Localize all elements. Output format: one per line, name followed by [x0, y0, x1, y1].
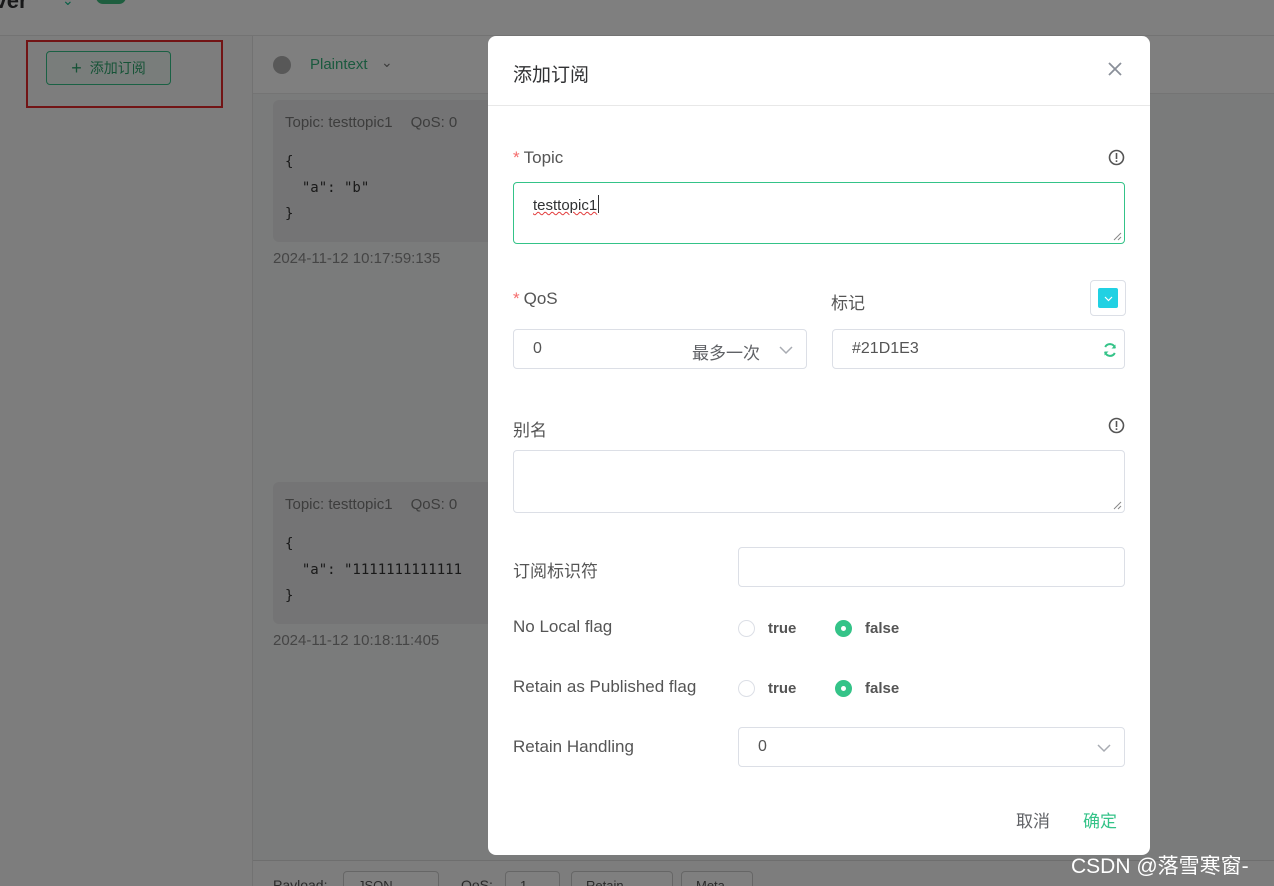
topic-label-text: Topic	[523, 148, 564, 167]
mark-label: 标记	[831, 294, 865, 313]
resize-handle-icon[interactable]	[1113, 501, 1122, 510]
rap-true-radio[interactable]: true	[738, 680, 796, 697]
no-local-true-radio[interactable]: true	[738, 620, 796, 637]
radio-button-checked[interactable]	[835, 620, 852, 637]
watermark: CSDN @落雪寒窗-	[1071, 855, 1249, 878]
retain-as-published-label: Retain as Published flag	[513, 677, 697, 696]
resize-handle-icon[interactable]	[1113, 232, 1122, 241]
no-local-label: No Local flag	[513, 617, 613, 636]
info-icon[interactable]	[1108, 417, 1125, 434]
confirm-button[interactable]: 确定	[1083, 807, 1117, 832]
qos-label-text: QoS	[523, 289, 558, 308]
chevron-down-icon	[1104, 296, 1113, 302]
radio-button[interactable]	[738, 620, 755, 637]
chevron-down-icon	[779, 346, 793, 355]
retain-handling-value: 0	[758, 738, 767, 755]
radio-button-checked[interactable]	[835, 680, 852, 697]
alias-input[interactable]	[513, 450, 1125, 513]
sub-identifier-input[interactable]	[738, 547, 1125, 587]
qos-value: 0	[533, 340, 542, 357]
rap-false-radio[interactable]: false	[835, 680, 899, 697]
qos-select[interactable]: 0 最多一次	[513, 329, 807, 369]
refresh-icon[interactable]	[1102, 342, 1118, 358]
retain-handling-select[interactable]: 0	[738, 727, 1125, 767]
close-icon[interactable]	[1104, 58, 1126, 80]
qos-description: 最多一次	[692, 344, 760, 363]
add-subscription-dialog: 添加订阅 * Topic testtopic1 * QoS 0 最多一次 标记 #2…	[488, 36, 1150, 855]
info-icon[interactable]	[1108, 149, 1125, 166]
mark-color-input[interactable]: #21D1E3	[832, 329, 1125, 369]
mark-color-value: #21D1E3	[852, 340, 919, 357]
required-marker: *	[513, 148, 520, 167]
retain-handling-label: Retain Handling	[513, 737, 634, 756]
topic-label: * Topic	[513, 148, 563, 168]
alias-label: 别名	[513, 421, 547, 440]
color-picker-button[interactable]	[1090, 280, 1126, 316]
qos-label: * QoS	[513, 289, 558, 309]
dialog-title: 添加订阅	[513, 65, 590, 86]
no-local-false-radio[interactable]: false	[835, 620, 899, 637]
chevron-down-icon	[1097, 744, 1111, 753]
topic-value: testtopic1	[533, 197, 598, 214]
dialog-header: 添加订阅	[488, 36, 1150, 106]
radio-label: true	[768, 620, 797, 637]
text-caret	[598, 195, 600, 213]
cancel-button[interactable]: 取消	[1016, 807, 1050, 832]
radio-label: true	[768, 680, 797, 697]
required-marker: *	[513, 289, 520, 308]
radio-label: false	[865, 620, 900, 637]
topic-input[interactable]: testtopic1	[513, 182, 1125, 244]
radio-label: false	[865, 680, 900, 697]
radio-button[interactable]	[738, 680, 755, 697]
sub-identifier-label: 订阅标识符	[513, 562, 598, 581]
